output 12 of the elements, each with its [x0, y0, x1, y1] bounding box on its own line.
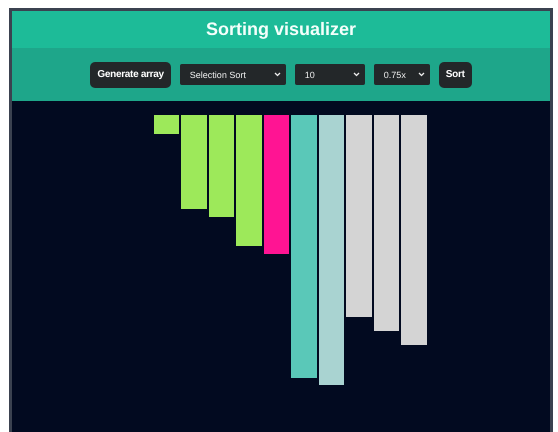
generate-array-button[interactable]: Generate array — [90, 62, 171, 88]
chevron-down-icon — [352, 72, 360, 77]
dropdown[interactable]: 0.75x — [374, 64, 430, 85]
dropdown[interactable]: 10 — [294, 64, 365, 85]
dropdown-value: 0.75x — [384, 70, 406, 80]
dropdown[interactable]: Selection Sort — [180, 64, 286, 85]
app-title: Sorting visualizer — [206, 19, 356, 40]
chevron-down-icon — [274, 72, 281, 77]
chevron-down-icon — [418, 72, 425, 77]
dropdown-value: Selection Sort — [190, 70, 246, 80]
dropdown-value: 10 — [304, 70, 315, 80]
sort-button[interactable]: Sort — [438, 62, 472, 88]
